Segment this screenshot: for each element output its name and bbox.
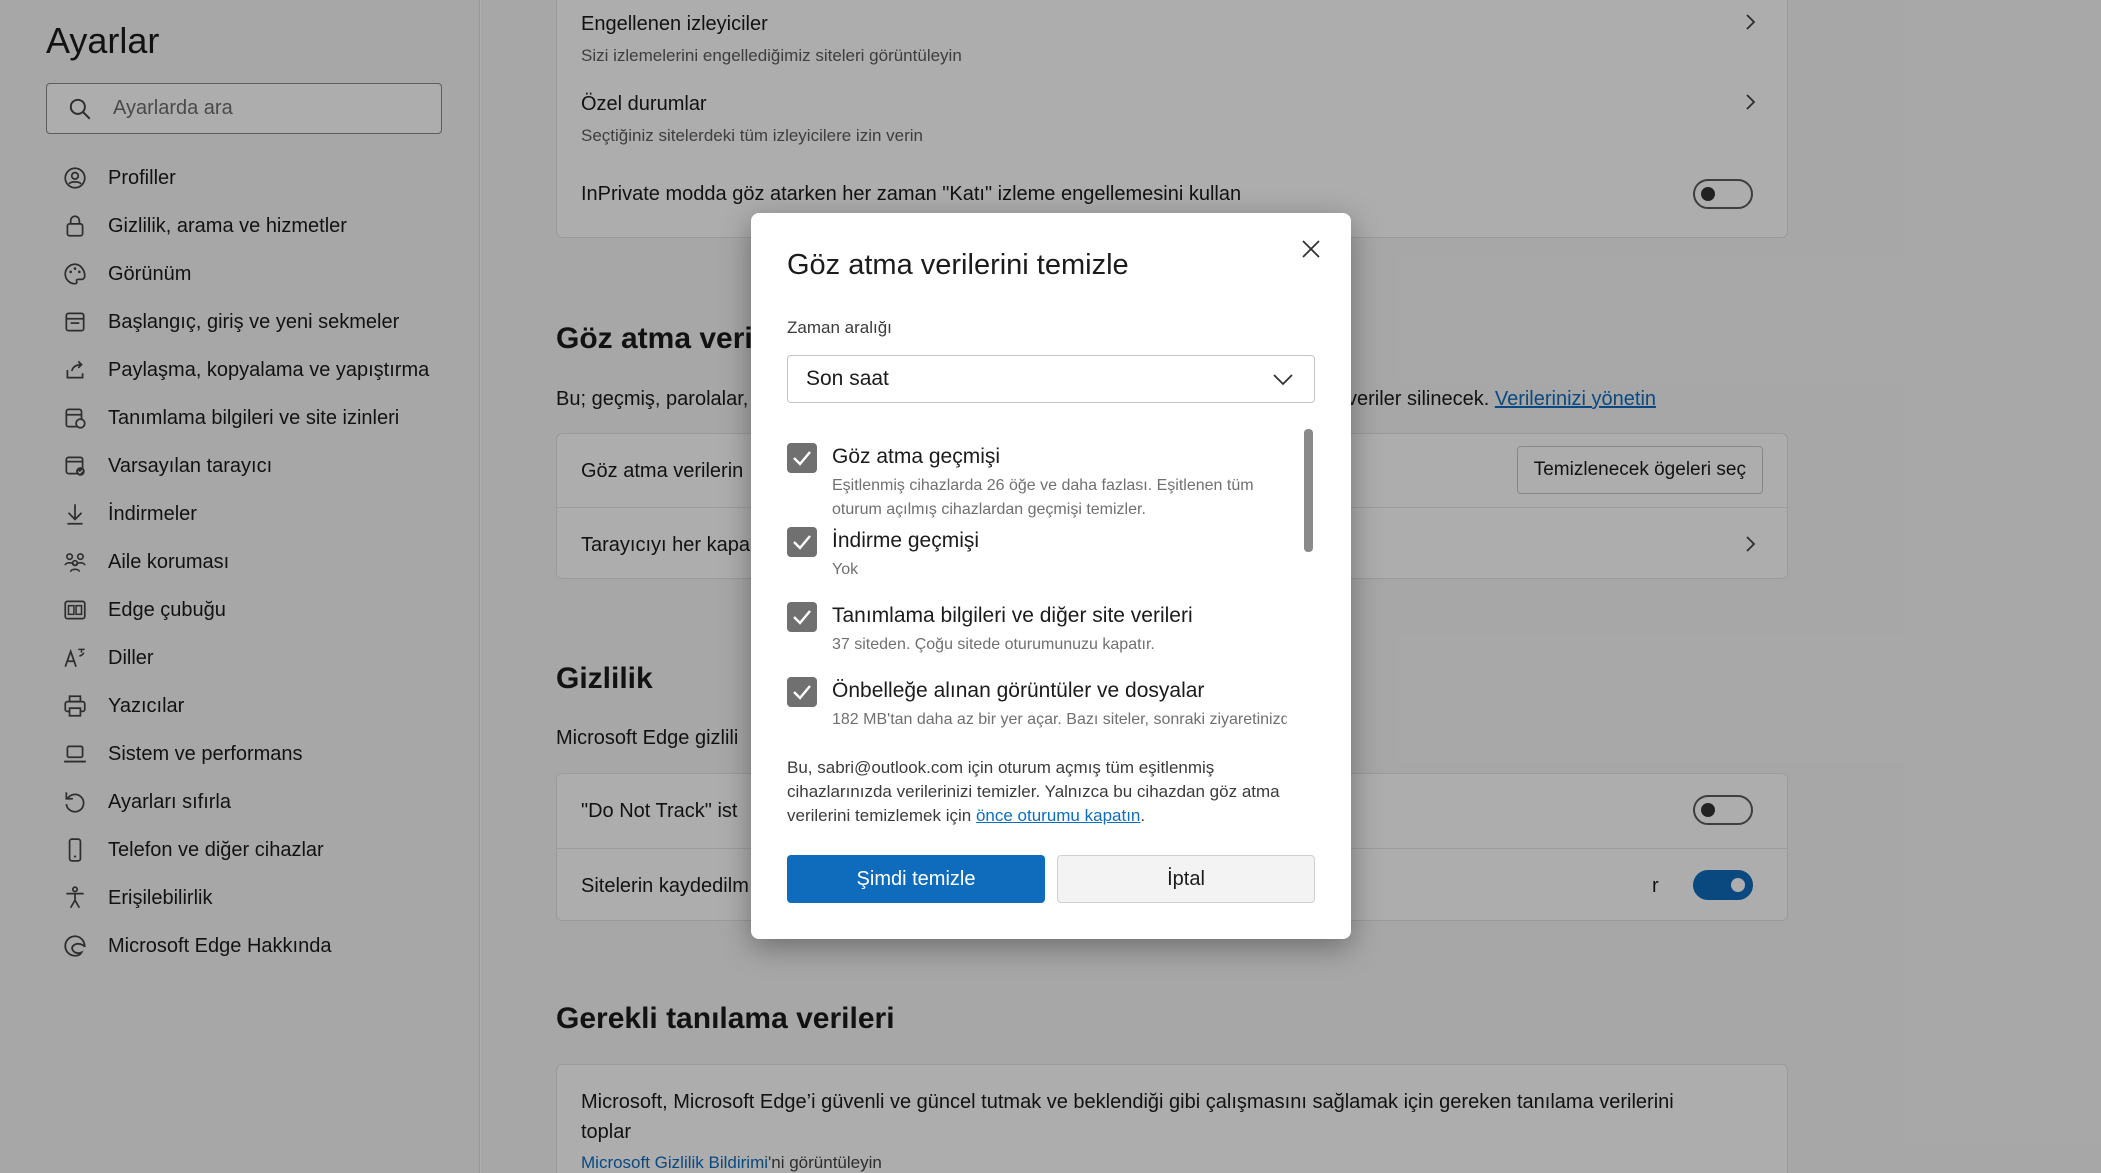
data-type-list: Göz atma geçmişi Eşitlenmiş cihazlarda 2… <box>787 429 1287 729</box>
dialog-title: Göz atma verilerini temizle <box>787 249 1129 281</box>
time-range-label: Zaman aralığı <box>787 318 892 337</box>
download-history-checkbox[interactable] <box>787 527 817 557</box>
cancel-button[interactable]: İptal <box>1057 855 1315 903</box>
option-description: 182 MB'tan daha az bir yer açar. Bazı si… <box>832 711 1287 728</box>
option-download-history: İndirme geçmişi Yok <box>787 527 1287 587</box>
checkmark-icon <box>793 535 811 550</box>
clear-browsing-data-dialog: Göz atma verilerini temizle Zaman aralığ… <box>751 213 1351 939</box>
option-cookies: Tanımlama bilgileri ve diğer site verile… <box>787 602 1287 662</box>
option-title: Göz atma geçmişi <box>832 445 1001 468</box>
checkmark-icon <box>793 610 811 625</box>
sign-out-link[interactable]: önce oturumu kapatın <box>976 806 1140 825</box>
checkmark-icon <box>793 451 811 466</box>
cookies-checkbox[interactable] <box>787 602 817 632</box>
close-button[interactable] <box>1289 227 1333 271</box>
chevron-down-icon <box>1273 374 1293 386</box>
option-cached-files: Önbelleğe alınan görüntüler ve dosyalar … <box>787 677 1287 729</box>
time-range-value: Son saat <box>806 367 889 390</box>
option-description: 37 siteden. Çoğu sitede oturumunuzu kapa… <box>832 636 1155 653</box>
clear-now-button[interactable]: Şimdi temizle <box>787 855 1045 903</box>
browsing-history-checkbox[interactable] <box>787 443 817 473</box>
option-description: Eşitlenmiş cihazlarda 26 öğe ve daha faz… <box>832 477 1254 518</box>
time-range-select[interactable]: Son saat <box>787 355 1315 403</box>
option-title: İndirme geçmişi <box>832 529 980 552</box>
sync-note: Bu, sabri@outlook.com için oturum açmış … <box>787 756 1317 828</box>
list-scrollbar[interactable] <box>1304 429 1313 552</box>
close-icon <box>1302 240 1320 258</box>
option-title: Önbelleğe alınan görüntüler ve dosyalar <box>832 679 1205 702</box>
checkmark-icon <box>793 685 811 700</box>
option-browsing-history: Göz atma geçmişi Eşitlenmiş cihazlarda 2… <box>787 443 1287 523</box>
cached-files-checkbox[interactable] <box>787 677 817 707</box>
option-title: Tanımlama bilgileri ve diğer site verile… <box>832 604 1193 627</box>
option-description: Yok <box>832 561 859 578</box>
sync-note-end: . <box>1140 806 1146 825</box>
